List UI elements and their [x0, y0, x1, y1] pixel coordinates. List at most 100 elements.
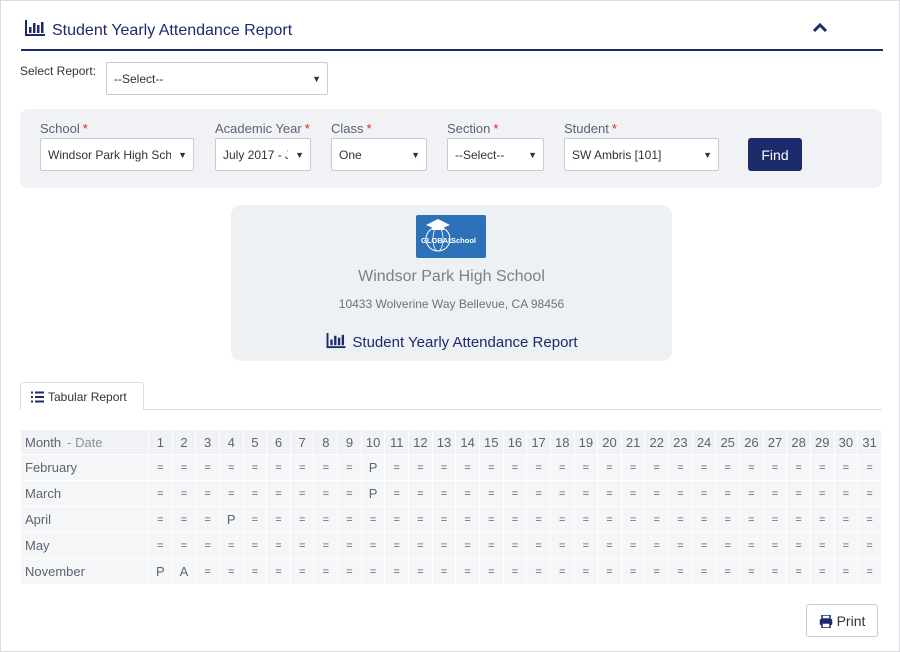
- caret-down-icon: ▼: [528, 150, 537, 160]
- attendance-cell: =: [739, 454, 764, 481]
- school-select-value: Windsor Park High School: [48, 148, 171, 162]
- day-header: 6: [266, 429, 291, 455]
- select-report-dropdown[interactable]: --Select-- ▼: [106, 62, 328, 95]
- attendance-cell: =: [762, 558, 788, 585]
- attendance-cell: =: [266, 480, 291, 507]
- attendance-cell: =: [266, 454, 291, 481]
- attendance-cell: =: [597, 480, 622, 507]
- attendance-cell: P: [148, 558, 173, 585]
- attendance-cell: =: [526, 532, 551, 559]
- attendance-cell: =: [171, 454, 197, 481]
- attendance-cell: =: [218, 558, 244, 585]
- table-row: March = = = = = = = = = P = = = = = = = = = = = = = = = = = = = = =: [20, 480, 882, 507]
- attendance-cell: =: [739, 558, 764, 585]
- print-button[interactable]: Print: [806, 604, 878, 637]
- school-select[interactable]: Windsor Park High School ▼: [40, 138, 194, 171]
- attendance-cell: =: [809, 532, 835, 559]
- day-header: 5: [242, 429, 268, 455]
- day-header: 16: [502, 429, 528, 455]
- attendance-cell: =: [691, 480, 717, 507]
- attendance-cell: =: [431, 532, 457, 559]
- day-header: 26: [739, 429, 764, 455]
- student-select[interactable]: SW Ambris [101] ▼: [564, 138, 719, 171]
- attendance-cell: =: [408, 480, 433, 507]
- attendance-cell: =: [786, 480, 811, 507]
- attendance-cell: =: [833, 454, 859, 481]
- day-header: 23: [668, 429, 693, 455]
- svg-text:GLOBAL: GLOBAL: [421, 236, 453, 245]
- attendance-cell: =: [289, 480, 315, 507]
- attendance-cell: =: [644, 532, 670, 559]
- day-header: 20: [597, 429, 622, 455]
- attendance-cell: =: [715, 506, 741, 533]
- filter-panel: School* Windsor Park High School ▼ Acade…: [20, 109, 882, 188]
- day-header: 9: [337, 429, 362, 455]
- student-select-value: SW Ambris [101]: [572, 148, 662, 162]
- attendance-cell: =: [431, 558, 457, 585]
- attendance-cell: =: [478, 454, 504, 481]
- day-header: 24: [691, 429, 717, 455]
- attendance-cell: =: [786, 506, 811, 533]
- attendance-cell: =: [857, 532, 882, 559]
- class-select[interactable]: One ▼: [331, 138, 427, 171]
- attendance-cell: =: [195, 454, 220, 481]
- month-cell: March: [20, 480, 149, 507]
- attendance-cell: =: [809, 480, 835, 507]
- school-address: 10433 Wolverine Way Bellevue, CA 98456: [338, 297, 565, 311]
- attendance-cell: =: [242, 480, 268, 507]
- table-row: May = = = = = = = = = = = = = = = = = = = = = = = = = = = = = = =: [20, 532, 882, 559]
- attendance-cell: =: [715, 532, 741, 559]
- attendance-cell: =: [289, 532, 315, 559]
- attendance-cell: =: [549, 506, 575, 533]
- attendance-cell: =: [644, 480, 670, 507]
- attendance-cell: =: [289, 454, 315, 481]
- attendance-cell: =: [384, 506, 410, 533]
- attendance-cell: =: [762, 454, 788, 481]
- academic-year-select[interactable]: July 2017 - J ▼: [215, 138, 311, 171]
- attendance-cell: =: [620, 454, 646, 481]
- attendance-cell: =: [691, 506, 717, 533]
- attendance-cell: =: [337, 480, 362, 507]
- chevron-up-icon[interactable]: [811, 19, 829, 37]
- day-header: 1: [148, 429, 173, 455]
- attendance-cell: =: [526, 506, 551, 533]
- tab-tabular-report[interactable]: Tabular Report: [20, 382, 144, 410]
- class-select-value: One: [339, 148, 362, 162]
- attendance-cell: =: [171, 506, 197, 533]
- attendance-cell: =: [431, 506, 457, 533]
- attendance-cell: =: [786, 558, 811, 585]
- attendance-cell: =: [715, 558, 741, 585]
- attendance-cell: =: [502, 532, 528, 559]
- attendance-cell: =: [360, 558, 386, 585]
- attendance-cell: =: [526, 480, 551, 507]
- attendance-cell: =: [384, 558, 410, 585]
- attendance-cell: =: [455, 506, 480, 533]
- day-header: 12: [408, 429, 433, 455]
- caret-down-icon: ▼: [312, 74, 321, 84]
- attendance-cell: =: [266, 558, 291, 585]
- attendance-cell: =: [833, 480, 859, 507]
- section-select[interactable]: --Select-- ▼: [447, 138, 544, 171]
- attendance-cell: =: [739, 532, 764, 559]
- attendance-cell: =: [715, 454, 741, 481]
- caret-down-icon: ▼: [703, 150, 712, 160]
- attendance-cell: =: [857, 480, 882, 507]
- month-cell: May: [20, 532, 149, 559]
- attendance-cell: =: [573, 480, 599, 507]
- attendance-cell: =: [337, 532, 362, 559]
- attendance-cell: =: [502, 480, 528, 507]
- find-button[interactable]: Find: [748, 138, 802, 171]
- attendance-cell: =: [478, 480, 504, 507]
- attendance-cell: =: [597, 558, 622, 585]
- day-header: 27: [762, 429, 788, 455]
- day-header: 7: [289, 429, 315, 455]
- day-header: 2: [171, 429, 197, 455]
- section-select-value: --Select--: [455, 148, 505, 162]
- attendance-cell: =: [526, 454, 551, 481]
- attendance-cell: =: [337, 454, 362, 481]
- caret-down-icon: ▼: [295, 150, 304, 160]
- day-header: 18: [549, 429, 575, 455]
- attendance-cell: =: [502, 454, 528, 481]
- bar-chart-icon: [326, 332, 346, 349]
- report-panel: Student Yearly Attendance Report Select …: [0, 0, 900, 652]
